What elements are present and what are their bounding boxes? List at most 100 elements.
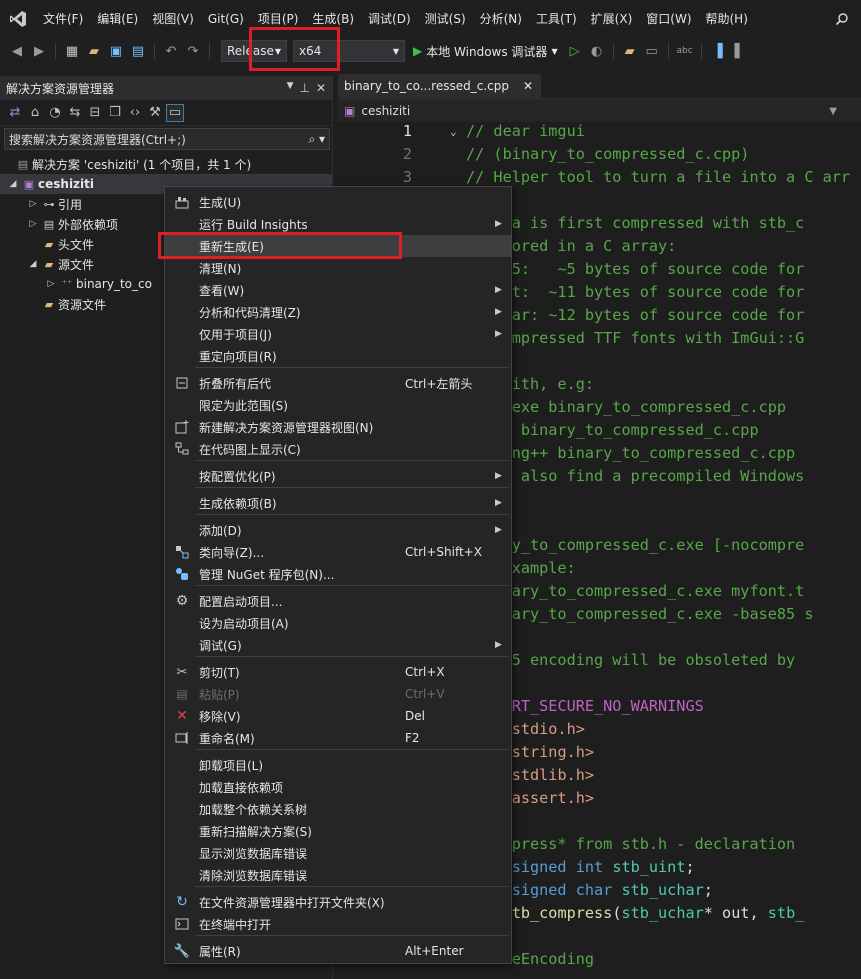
spell-check-icon[interactable]: abc — [676, 42, 694, 60]
open-folder-icon[interactable]: ▰ — [85, 42, 103, 60]
context-menu-item-18[interactable]: ⚙ 配置启动项目... — [165, 590, 511, 612]
fold-chevron-icon[interactable]: ⌄ — [450, 120, 457, 143]
expand-arrow-icon[interactable]: ◢ — [6, 179, 20, 189]
context-menu-item-31[interactable]: ↻ 在文件资源管理器中打开文件夹(X) — [165, 891, 511, 913]
pin-icon[interactable]: ⊥ — [299, 81, 309, 95]
context-menu-item-10[interactable]: 限定为此范围(S) — [165, 394, 511, 416]
solution-node[interactable]: ▤ 解决方案 'ceshiziti' (1 个项目，共 1 个) — [0, 154, 332, 174]
show-all-files-icon[interactable]: ❐ — [106, 104, 124, 122]
close-icon[interactable]: ✕ — [316, 81, 326, 95]
menu-project[interactable]: 项目(P) — [251, 0, 306, 38]
cpp-file-icon: ⁺⁺ — [61, 278, 73, 290]
context-menu-item-21[interactable]: ✂ 剪切(T) Ctrl+X — [165, 661, 511, 683]
context-menu-item-1[interactable]: 生成(U) — [165, 191, 511, 213]
context-menu-item-15[interactable]: 添加(D) ▶ — [165, 519, 511, 541]
context-menu-item-6[interactable]: 分析和代码清理(Z) ▶ — [165, 301, 511, 323]
context-menu-item-28[interactable]: 重新扫描解决方案(S) — [165, 820, 511, 842]
properties-icon[interactable]: ⚒ — [146, 104, 164, 122]
forward-icon[interactable]: ▶ — [30, 42, 48, 60]
menu-item-label: 重新扫描解决方案(S) — [199, 824, 312, 839]
menu-help[interactable]: 帮助(H) — [699, 0, 755, 38]
code-text: binary_to_compressed_c.exe [-nocompre — [466, 536, 805, 554]
global-search[interactable] — [827, 6, 857, 32]
save-all-icon[interactable]: ▤ — [129, 42, 147, 60]
context-menu-item-5[interactable]: 查看(W) ▶ — [165, 279, 511, 301]
context-menu-item-3[interactable]: 重新生成(E) — [165, 235, 511, 257]
play-icon: ▶ — [413, 44, 423, 58]
document-icon[interactable]: ▭ — [643, 42, 661, 60]
redo-icon[interactable]: ↷ — [184, 42, 202, 60]
menu-git[interactable]: Git(G) — [201, 0, 251, 38]
context-menu-item-27[interactable]: 加载整个依赖关系树 — [165, 798, 511, 820]
comment-icon[interactable]: ▐ — [709, 42, 727, 60]
context-menu-item-16[interactable]: 类向导(Z)... Ctrl+Shift+X — [165, 541, 511, 563]
save-icon[interactable]: ▣ — [107, 42, 125, 60]
menu-test[interactable]: 测试(S) — [418, 0, 473, 38]
menu-debug[interactable]: 调试(D) — [361, 0, 418, 38]
sync-icon[interactable]: ⇆ — [66, 104, 84, 122]
context-menu-item-33[interactable]: 🔧 属性(R) Alt+Enter — [165, 940, 511, 962]
uncomment-icon[interactable]: ▌ — [731, 42, 749, 60]
context-menu-item-19[interactable]: 设为启动项目(A) — [165, 612, 511, 634]
context-menu-item-2[interactable]: 运行 Build Insights ▶ — [165, 213, 511, 235]
collapsed-arrow-icon[interactable]: ▷ — [44, 279, 58, 289]
build-icon — [165, 195, 199, 209]
context-menu-item-29[interactable]: 显示浏览数据库错误 — [165, 842, 511, 864]
menu-extensions[interactable]: 扩展(X) — [584, 0, 640, 38]
expand-arrow-icon[interactable]: ◢ — [26, 259, 40, 269]
switch-views-icon[interactable]: ⇄ — [6, 104, 24, 122]
context-menu-item-26[interactable]: 加载直接依赖项 — [165, 776, 511, 798]
context-menu-item-12[interactable]: 在代码图上显示(C) — [165, 438, 511, 460]
visual-studio-logo-icon[interactable] — [0, 0, 36, 38]
menu-view[interactable]: 视图(V) — [145, 0, 201, 38]
collapsed-arrow-icon[interactable]: ▷ — [26, 219, 40, 229]
menu-analyze[interactable]: 分析(N) — [473, 0, 529, 38]
context-menu-item-30[interactable]: 清除浏览数据库错误 — [165, 864, 511, 886]
menu-tools[interactable]: 工具(T) — [529, 0, 584, 38]
project-context-menu: 生成(U) 运行 Build Insights ▶ 重新生成(E) 清理(N) 查看(W)… — [164, 186, 512, 964]
context-menu-item-11[interactable]: 新建解决方案资源管理器视图(N) — [165, 416, 511, 438]
close-icon[interactable]: ✕ — [523, 79, 533, 93]
context-menu-item-4[interactable]: 清理(N) — [165, 257, 511, 279]
new-project-icon[interactable]: ▦ — [63, 42, 81, 60]
pending-changes-icon[interactable]: ◔ — [46, 104, 64, 122]
menu-edit[interactable]: 编辑(E) — [90, 0, 145, 38]
context-menu-item-23[interactable]: ✕ 移除(V) Del — [165, 705, 511, 727]
open-folder-icon: ↻ — [176, 894, 188, 910]
collapse-all-icon[interactable]: ⊟ — [86, 104, 104, 122]
editor-tab[interactable]: binary_to_co...ressed_c.cpp ✕ — [338, 74, 542, 98]
solution-platform-dropdown[interactable]: x64 ▼ — [293, 40, 405, 62]
preview-selected-icon[interactable]: ▭ — [166, 103, 184, 122]
navigation-bar[interactable]: ▣ ceshiziti ▼ — [338, 100, 861, 122]
context-menu-item-24[interactable]: 重命名(M) F2 — [165, 727, 511, 749]
line-number: 2 — [402, 145, 412, 163]
context-menu-item-8[interactable]: 重定向项目(R) — [165, 345, 511, 367]
back-icon[interactable]: ◀ — [8, 42, 26, 60]
context-menu-item-20[interactable]: 调试(G) ▶ — [165, 634, 511, 656]
context-menu-item-9[interactable]: 折叠所有后代 Ctrl+左箭头 — [165, 372, 511, 394]
context-menu-item-7[interactable]: 仅用于项目(J) ▶ — [165, 323, 511, 345]
solution-search-input[interactable]: 搜索解决方案资源管理器(Ctrl+;) ⌕ ▾ — [4, 128, 330, 150]
start-without-debugging-icon[interactable]: ▷ — [566, 42, 584, 60]
chevron-down-icon[interactable]: ▼ — [287, 81, 294, 95]
code-icon[interactable]: ‹› — [126, 104, 144, 122]
menu-window[interactable]: 窗口(W) — [639, 0, 698, 38]
context-menu-item-32[interactable]: 在终端中打开 — [165, 913, 511, 935]
browse-folder-icon[interactable]: ▰ — [621, 42, 639, 60]
submenu-arrow-icon: ▶ — [495, 471, 502, 481]
start-debugging-button[interactable]: ▶ 本地 Windows 调试器 ▼ — [409, 43, 562, 60]
home-icon[interactable]: ⌂ — [26, 104, 44, 122]
solution-configuration-dropdown[interactable]: Release ▼ — [221, 40, 287, 62]
collapsed-arrow-icon[interactable]: ▷ — [26, 199, 40, 209]
external-deps-icon: ▤ — [43, 217, 55, 231]
hot-reload-icon[interactable]: ◐ — [588, 42, 606, 60]
undo-icon[interactable]: ↶ — [162, 42, 180, 60]
menu-item-label: 移除(V) — [199, 709, 241, 724]
menu-file[interactable]: 文件(F) — [36, 0, 90, 38]
context-menu-item-13[interactable]: 按配置优化(P) ▶ — [165, 465, 511, 487]
context-menu-item-17[interactable]: 管理 NuGet 程序包(N)... — [165, 563, 511, 585]
menu-build[interactable]: 生成(B) — [305, 0, 361, 38]
context-menu-item-14[interactable]: 生成依赖项(B) ▶ — [165, 492, 511, 514]
chevron-down-icon: ▼ — [829, 105, 837, 117]
context-menu-item-25[interactable]: 卸载项目(L) — [165, 754, 511, 776]
